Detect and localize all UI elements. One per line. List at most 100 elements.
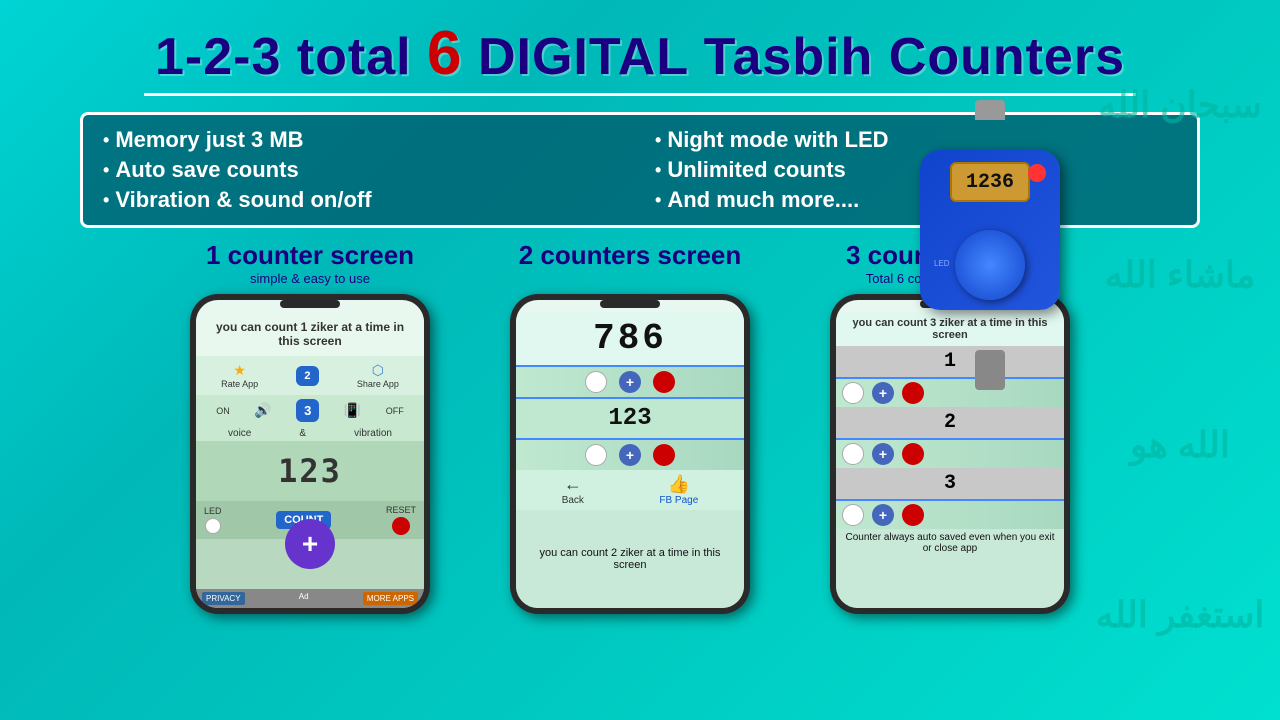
reset-circle[interactable] [392,517,410,535]
privacy-button[interactable]: PRIVACY [202,592,245,605]
screen3-red-circle-1[interactable] [902,382,924,404]
screen3-plus-btn-2[interactable]: + [872,443,894,465]
on-label: ON [216,406,230,416]
arabic-text-1: سبحان الله [1098,83,1262,126]
screen1-label-area: 1 counter screen simple & easy to use [150,240,470,290]
feature-text-3: Vibration & sound on/off [115,187,371,213]
screen2-red-circle-1[interactable] [653,371,675,393]
screen1-number-btn[interactable]: 2 [296,366,318,386]
device-clip-top [975,100,1005,120]
title-part2: DIGITAL Tasbih Counters [463,28,1125,86]
screen3-display-2: 2 [836,407,1064,438]
vibration-number-btn[interactable]: 3 [296,399,319,422]
screen3-red-circle-3[interactable] [902,504,924,526]
screen1-sublabel: simple & easy to use [150,271,470,286]
feature-item-2: • Auto save counts [103,157,625,183]
screen3-row2: + [836,438,1064,468]
share-area: ⬡ Share App [357,362,399,389]
bullet-6: • [655,190,661,211]
feature-text-1: Memory just 3 MB [115,127,303,153]
counter-device: 1236 LED COUNT [900,120,1080,360]
arabic-text-2: ماشاء الله [1105,253,1256,296]
and-label: & [299,428,306,439]
off-label: OFF [386,406,404,416]
device-count-button[interactable] [955,230,1025,300]
screen3-white-circle-3[interactable] [842,504,864,526]
screen1-label: 1 counter screen [150,240,470,271]
screen2-label-area: 2 counters screen [470,240,790,290]
screen2-plus-btn-1[interactable]: + [619,371,641,393]
screen3-auto-save-caption: Counter always auto saved even when you … [836,529,1064,608]
voice-label: voice [228,428,251,439]
bullet-4: • [655,130,661,151]
screen1-sound-area: ON 🔊 3 📳 OFF [196,395,424,426]
screen1-counter-display: 123 [196,441,424,501]
phone-frame-2: 786 + 123 + [510,294,750,614]
more-apps-button[interactable]: MORE APPS [363,592,418,605]
bullet-3: • [103,190,109,211]
device-strap [975,350,1005,390]
plus-button[interactable]: + [285,519,335,569]
screen1-bottom-bar: PRIVACY Ad MORE APPS [196,589,424,608]
phone-frame-1: you can count 1 ziker at a time in this … [190,294,430,614]
phone-notch-2 [600,300,660,308]
screen2-white-circle-1[interactable] [585,371,607,393]
screen2-second-num-row: 123 [516,397,744,438]
arabic-text-3: الله هو [1130,423,1230,466]
phone-screen-2: 786 + 123 + [516,300,744,608]
screen1-top-text: you can count 1 ziker at a time in this … [196,312,424,356]
thumbs-up-icon: 👍 [668,474,690,495]
feature-text-6: And much more.... [667,187,859,213]
sound-icon: 🔊 [254,402,271,419]
feature-item-3: • Vibration & sound on/off [103,187,625,213]
feature-text-4: Night mode with LED [667,127,888,153]
screen3-white-circle-1[interactable] [842,382,864,404]
screen3-plus-btn-1[interactable]: + [872,382,894,404]
arabic-decorations: سبحان الله ماشاء الله الله هو استغفر الل… [1080,0,1280,720]
led-label: LED [204,506,222,516]
screen2-white-circle-2[interactable] [585,444,607,466]
screen2-second-number: 123 [516,405,744,432]
screen2-top: 786 [516,312,744,365]
screen1-counter-value: 123 [278,452,342,490]
share-icon: ⬡ [372,362,384,379]
led-area: LED [204,506,222,534]
device-led-label: LED [934,259,950,268]
rate-star-icon: ★ [233,362,246,379]
feature-text-2: Auto save counts [115,157,298,183]
feature-text-5: Unlimited counts [667,157,845,183]
bullet-5: • [655,160,661,181]
arabic-text-4: استغفر الله [1096,593,1265,636]
screen2-red-circle-2[interactable] [653,444,675,466]
screen1-mid: ★ Rate App 2 ⬡ Share App [196,356,424,395]
title-part1: 1-2-3 total [155,28,427,86]
screen3-display-3: 3 [836,468,1064,499]
screen3-plus-btn-3[interactable]: + [872,504,894,526]
device-screen-value: 1236 [966,171,1014,194]
reset-label: RESET [386,505,416,515]
feature-item-1: • Memory just 3 MB [103,127,625,153]
screen2-caption: you can count 2 ziker at a time in this … [516,510,744,608]
screen2-label: 2 counters screen [470,240,790,271]
rate-label: Rate App [221,379,258,389]
screen3-row1: + [836,377,1064,407]
screen1-container: you can count 1 ziker at a time in this … [150,294,470,614]
screen1-voice-row: voice & vibration [196,426,424,441]
title-number: 6 [427,19,462,88]
title-underline [144,93,1136,96]
phone-notch-1 [280,300,340,308]
screen3-white-circle-2[interactable] [842,443,864,465]
screen3-red-circle-2[interactable] [902,443,924,465]
fb-button[interactable]: 👍 FB Page [659,474,698,506]
main-content: سبحان الله ماشاء الله الله هو استغفر الل… [0,0,1280,720]
fb-label: FB Page [659,495,698,506]
screen3-row3: + [836,499,1064,529]
device-reset-button[interactable] [1028,164,1046,182]
led-circle[interactable] [205,518,221,534]
vibration-icon: 📳 [344,402,361,419]
back-button[interactable]: ← Back [562,474,584,506]
screen3-number-2: 2 [836,411,1064,434]
screen2-plus-btn-2[interactable]: + [619,444,641,466]
screen2-bottom: ← Back 👍 FB Page [516,470,744,510]
back-label: Back [562,495,584,506]
